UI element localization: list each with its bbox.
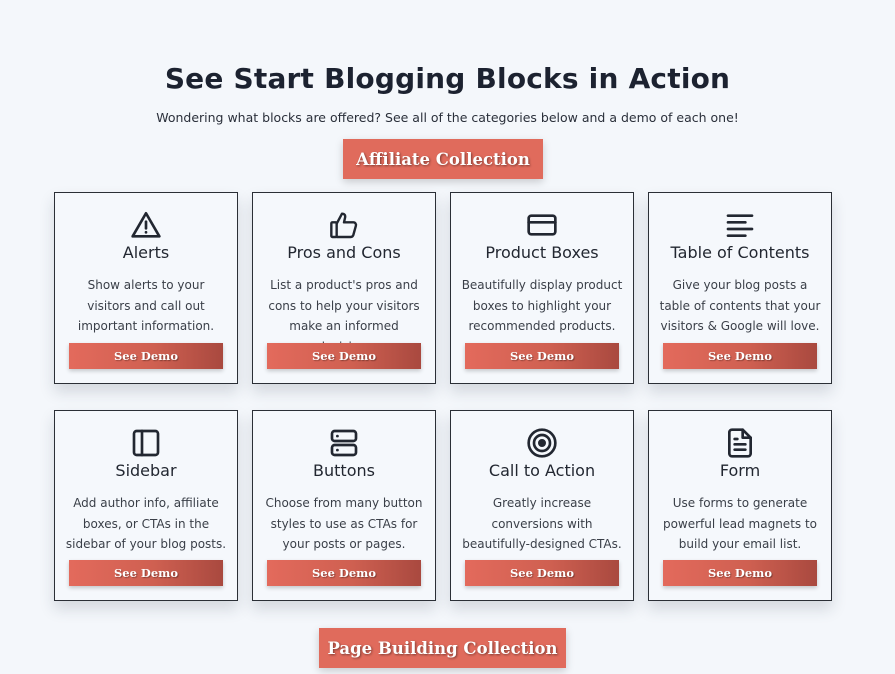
block-description: Choose from many button styles to use as… <box>265 496 423 551</box>
block-card-sidebar: Sidebar Add author info, affiliate boxes… <box>54 410 238 601</box>
block-title: Pros and Cons <box>287 243 401 262</box>
see-demo-button[interactable]: See Demo <box>465 560 619 586</box>
block-description: Give your blog posts a table of contents… <box>659 278 821 333</box>
block-title: Table of Contents <box>670 243 810 262</box>
block-card-product-boxes: Product Boxes Beautifully display produc… <box>450 192 634 384</box>
alert-triangle-icon <box>55 209 237 241</box>
page-building-collection-button[interactable]: Page Building Collection <box>319 628 566 668</box>
block-card-pros-and-cons: Pros and Cons List a product's pros and … <box>252 192 436 384</box>
block-description: Add author info, affiliate boxes, or CTA… <box>65 496 227 551</box>
target-icon <box>451 427 633 459</box>
sidebar-layout-icon <box>55 427 237 459</box>
block-card-buttons: Buttons Choose from many button styles t… <box>252 410 436 601</box>
thumbs-up-icon <box>253 209 435 241</box>
see-demo-button[interactable]: See Demo <box>663 560 817 586</box>
blocks-showcase-page: See Start Blogging Blocks in Action Wond… <box>0 0 895 674</box>
see-demo-button[interactable]: See Demo <box>465 343 619 369</box>
see-demo-button[interactable]: See Demo <box>267 343 421 369</box>
block-card-alerts: Alerts Show alerts to your visitors and … <box>54 192 238 384</box>
list-lines-icon <box>649 209 831 241</box>
block-title: Product Boxes <box>485 243 599 262</box>
block-title: Call to Action <box>488 461 596 480</box>
block-card-call-to-action: Call to Action Greatly increase conversi… <box>450 410 634 601</box>
page-subtitle: Wondering what blocks are offered? See a… <box>156 110 739 125</box>
block-title: Form <box>719 461 761 480</box>
block-title: Alerts <box>122 243 170 262</box>
block-title: Buttons <box>313 461 375 480</box>
server-buttons-icon <box>253 427 435 459</box>
block-card-form: Form Use forms to generate powerful lead… <box>648 410 832 601</box>
see-demo-button[interactable]: See Demo <box>663 343 817 369</box>
block-description: Greatly increase conversions with beauti… <box>462 496 622 551</box>
page-title: See Start Blogging Blocks in Action <box>164 62 731 95</box>
block-description: Beautifully display product boxes to hig… <box>461 278 623 333</box>
block-description: Use forms to generate powerful lead magn… <box>662 496 818 551</box>
blocks-grid: Alerts Show alerts to your visitors and … <box>54 192 832 601</box>
document-icon <box>649 427 831 459</box>
see-demo-button[interactable]: See Demo <box>69 560 223 586</box>
block-description: Show alerts to your visitors and call ou… <box>77 278 215 333</box>
credit-card-icon <box>451 209 633 241</box>
affiliate-collection-button[interactable]: Affiliate Collection <box>343 139 543 179</box>
see-demo-button[interactable]: See Demo <box>267 560 421 586</box>
block-card-table-of-contents: Table of Contents Give your blog posts a… <box>648 192 832 384</box>
block-title: Sidebar <box>115 461 177 480</box>
see-demo-button[interactable]: See Demo <box>69 343 223 369</box>
